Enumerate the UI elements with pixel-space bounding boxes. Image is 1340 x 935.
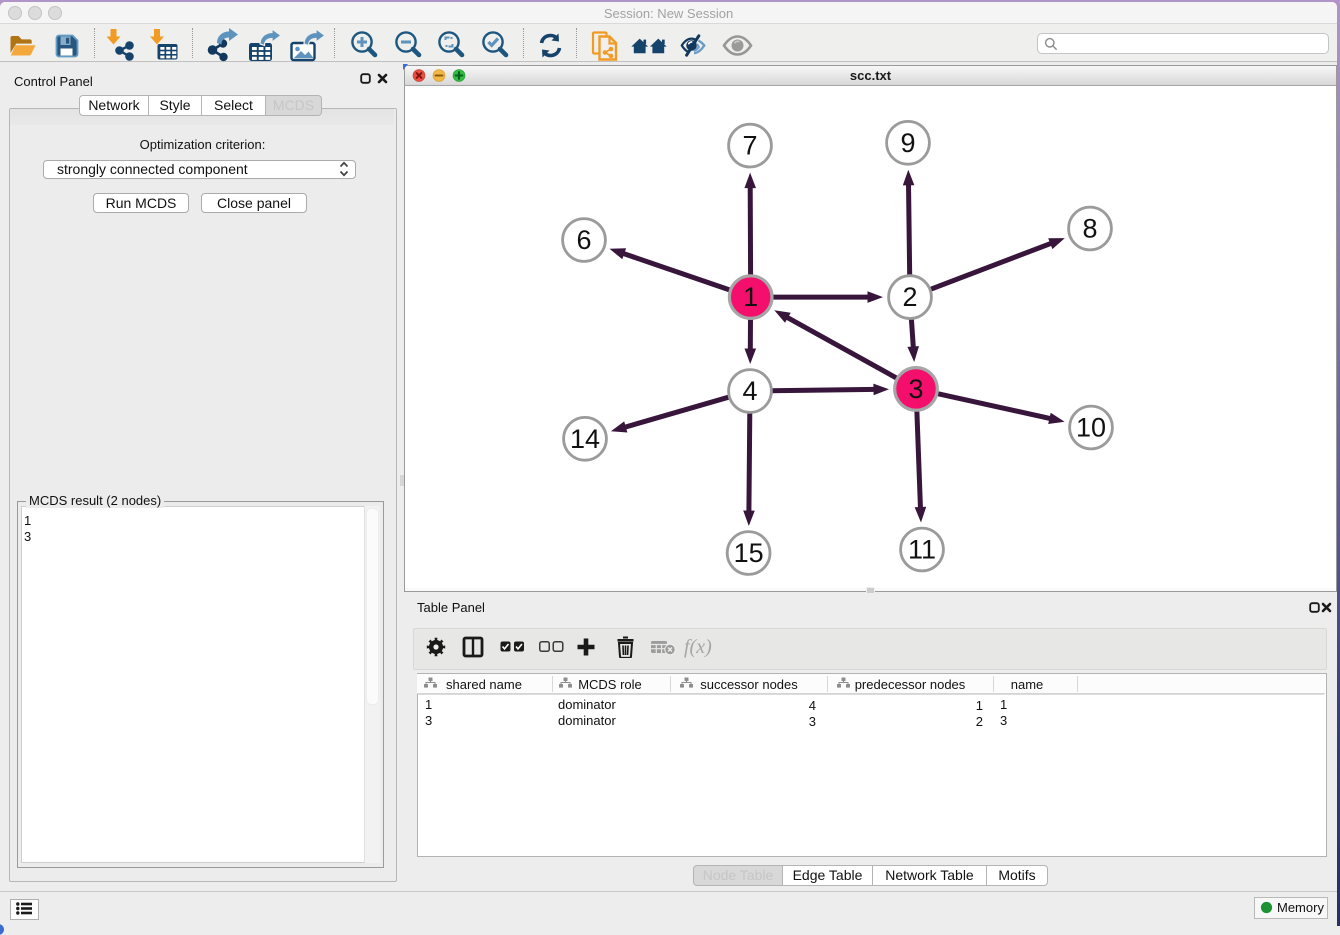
svg-text:7: 7 xyxy=(742,131,757,161)
svg-text:2: 2 xyxy=(902,282,917,312)
svg-text:10: 10 xyxy=(1076,413,1106,443)
svg-text:14: 14 xyxy=(570,424,600,454)
svg-text:4: 4 xyxy=(742,376,757,406)
svg-text:15: 15 xyxy=(734,538,764,568)
svg-text:11: 11 xyxy=(908,535,936,565)
svg-text:9: 9 xyxy=(900,128,915,158)
svg-text:8: 8 xyxy=(1082,214,1097,244)
svg-text:6: 6 xyxy=(576,225,591,255)
svg-text:1: 1 xyxy=(743,282,758,312)
svg-text:3: 3 xyxy=(908,374,923,404)
